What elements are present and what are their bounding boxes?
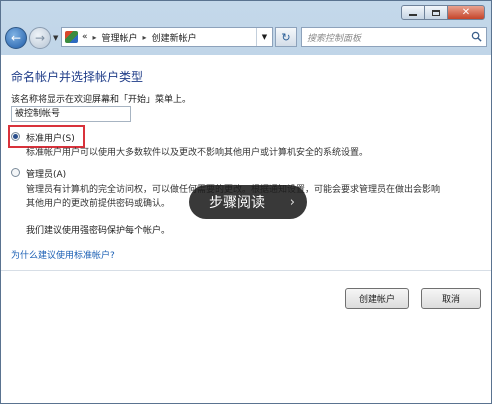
minimize-button[interactable] (401, 5, 425, 20)
search-icon[interactable] (471, 31, 482, 42)
address-bar[interactable]: « ▸ 管理帐户 ▸ 创建新帐户 ▼ (61, 27, 273, 47)
breadcrumb-separator-icon[interactable]: ▸ (93, 33, 97, 42)
name-prompt: 该名称将显示在欢迎屏幕和「开始」菜单上。 (11, 95, 192, 105)
search-placeholder: 搜索控制面板 (307, 33, 362, 44)
administrator-label[interactable]: 管理员(A) (26, 167, 66, 180)
maximize-button[interactable] (424, 5, 448, 20)
why-standard-account-link[interactable]: 为什么建议使用标准帐户? (11, 248, 115, 261)
step-reading-overlay[interactable]: 步骤阅读 › (189, 185, 307, 219)
breadcrumb-create-account[interactable]: 创建新帐户 (152, 31, 197, 44)
divider (1, 270, 491, 271)
standard-user-description: 标准帐户用户可以使用大多数软件以及更改不影响其他用户或计算机安全的系统设置。 (26, 148, 369, 158)
maximize-icon (432, 9, 440, 16)
administrator-description-line2: 其他用户的更改前提供密码或确认。 (26, 199, 171, 209)
create-account-button[interactable]: 创建帐户 (345, 288, 409, 309)
close-button[interactable]: ✕ (447, 5, 485, 20)
address-dropdown-icon[interactable]: ▼ (256, 28, 272, 46)
administrator-radio[interactable] (11, 168, 20, 177)
cancel-button[interactable]: 取消 (421, 288, 481, 309)
back-arrow-icon: ← (10, 31, 22, 45)
forward-button[interactable]: → (29, 27, 51, 49)
breadcrumb-overflow[interactable]: « (82, 32, 88, 42)
account-name-input[interactable]: 被控制帐号 (11, 106, 131, 122)
close-icon: ✕ (461, 7, 471, 18)
search-input[interactable]: 搜索控制面板 (301, 27, 487, 47)
forward-arrow-icon: → (34, 31, 46, 45)
breadcrumb-manage-accounts[interactable]: 管理帐户 (102, 31, 138, 44)
refresh-icon: ↻ (281, 30, 291, 44)
standard-user-radio[interactable] (11, 132, 20, 141)
chevron-right-icon: › (289, 195, 295, 210)
navigation-bar: ← → ▼ « ▸ 管理帐户 ▸ 创建新帐户 ▼ ↻ 搜索控制面板 (5, 25, 487, 51)
recent-pages-dropdown-icon[interactable]: ▼ (53, 34, 58, 42)
control-panel-icon (65, 31, 78, 43)
standard-user-label[interactable]: 标准用户(S) (26, 131, 75, 144)
password-recommendation: 我们建议使用强密码保护每个帐户。 (26, 226, 171, 236)
breadcrumb-separator-icon[interactable]: ▸ (143, 33, 147, 42)
back-button[interactable]: ← (5, 27, 27, 49)
minimize-icon (409, 14, 417, 16)
caption-buttons: ✕ (401, 5, 485, 20)
refresh-button[interactable]: ↻ (275, 27, 297, 47)
step-reading-label: 步骤阅读 (209, 195, 265, 211)
page-title: 命名帐户并选择帐户类型 (11, 70, 144, 84)
window: ✕ ← → ▼ « ▸ 管理帐户 ▸ 创建新帐户 ▼ ↻ 搜索控制面板 命名帐户… (0, 0, 492, 404)
content-panel: 命名帐户并选择帐户类型 该名称将显示在欢迎屏幕和「开始」菜单上。 被控制帐号 标… (1, 55, 491, 403)
